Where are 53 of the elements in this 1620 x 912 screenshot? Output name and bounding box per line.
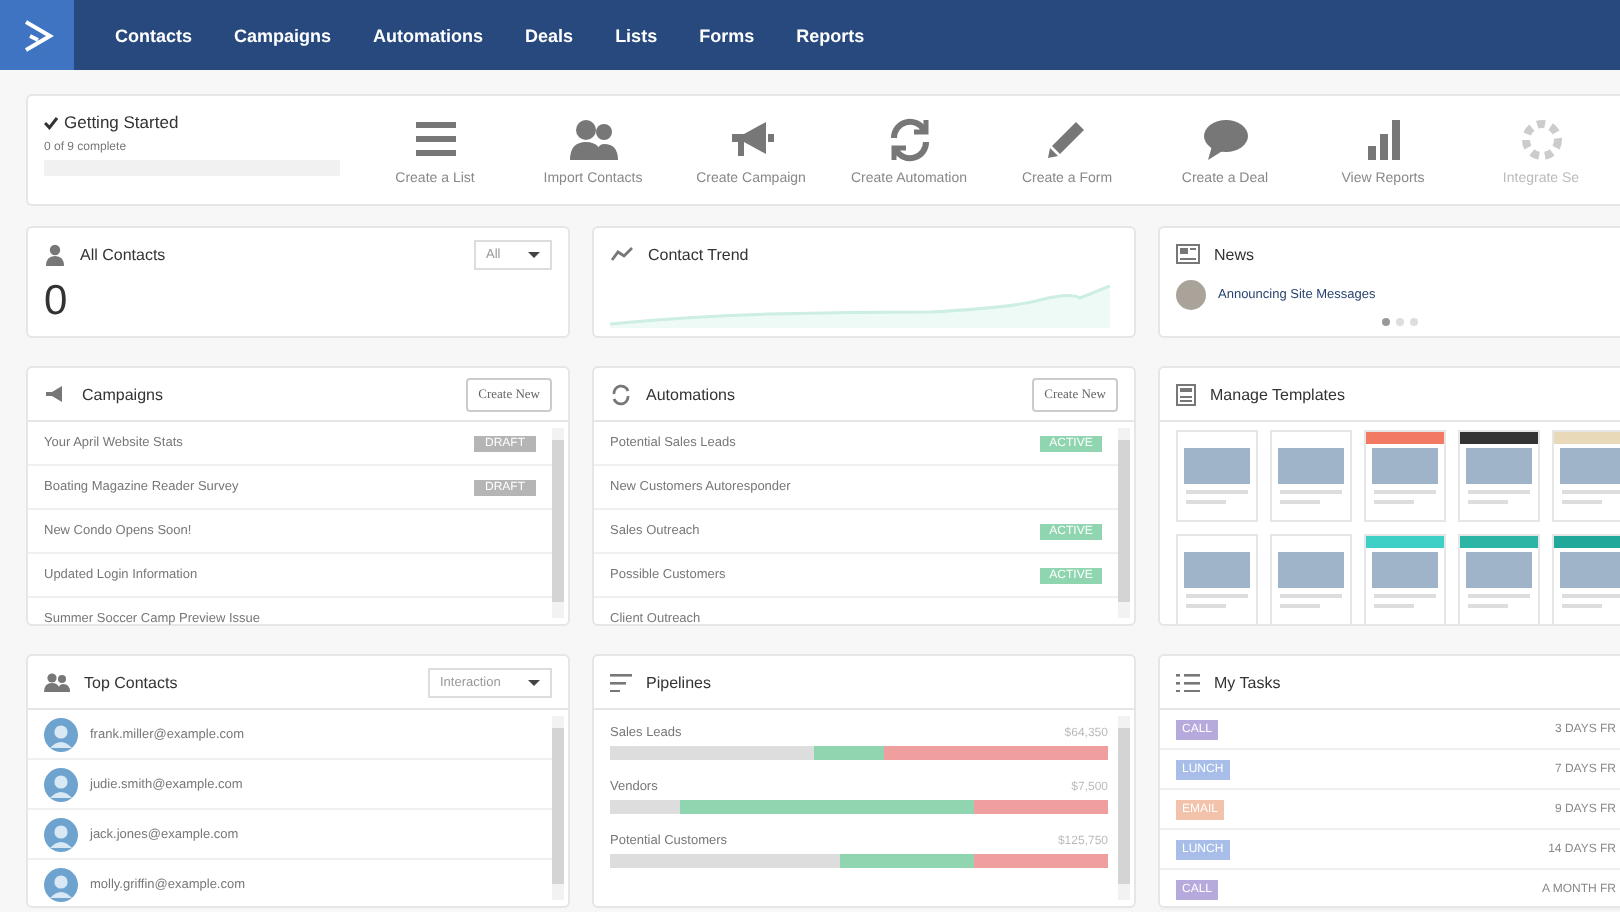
avatar-icon — [44, 867, 78, 901]
avatar-icon — [44, 717, 78, 751]
nav-link[interactable]: Deals — [504, 25, 595, 45]
scrollbar[interactable] — [552, 428, 564, 618]
nav-link[interactable]: Campaigns — [213, 25, 353, 45]
contact-count: 0 — [42, 280, 70, 324]
avatar-circle — [1176, 280, 1206, 310]
nav-link[interactable]: Reports — [775, 25, 886, 45]
refresh-icon — [610, 383, 632, 405]
bubble-icon[interactable] — [1199, 116, 1251, 164]
nav-link[interactable]: Forms — [678, 25, 776, 45]
people-icon[interactable] — [567, 116, 619, 164]
carousel-dot[interactable] — [1396, 318, 1404, 326]
scrollbar[interactable] — [1118, 428, 1130, 618]
card-title: Top Contacts — [84, 673, 180, 691]
nav-link[interactable]: Lists — [594, 25, 679, 45]
sort-lines-icon — [610, 673, 632, 691]
card-title: Contact Trend — [648, 245, 751, 263]
avatar-icon — [44, 817, 78, 851]
card-title: Campaigns — [82, 385, 165, 403]
template-thumbnail[interactable] — [1270, 534, 1352, 624]
card-title: News — [1214, 245, 1257, 263]
task-list-icon — [1176, 673, 1200, 691]
megaphone-icon — [44, 384, 68, 404]
template-thumbnail[interactable] — [1176, 534, 1258, 624]
card-title: Manage Templates — [1210, 385, 1347, 403]
template-thumbnail[interactable] — [1552, 430, 1620, 522]
card-title: Automations — [646, 385, 737, 403]
template-icon — [1176, 383, 1196, 405]
nav-link[interactable]: Contacts — [94, 25, 214, 45]
card-title: Getting Started — [44, 112, 340, 132]
template-thumbnail[interactable] — [1364, 534, 1446, 624]
trend-line-icon — [610, 244, 634, 264]
newspaper-icon — [1176, 244, 1200, 264]
carousel-dot[interactable] — [1410, 318, 1418, 326]
card-title: My Tasks — [1214, 673, 1283, 691]
template-thumbnail[interactable] — [1270, 430, 1352, 522]
template-thumbnail[interactable] — [1364, 430, 1446, 522]
person-icon — [44, 243, 66, 265]
template-thumbnail[interactable] — [1458, 430, 1540, 522]
scrollbar[interactable] — [1118, 716, 1130, 900]
template-thumbnail[interactable] — [1176, 430, 1258, 522]
carousel-dot[interactable] — [1382, 318, 1390, 326]
template-thumbnail[interactable] — [1458, 534, 1540, 624]
scrollbar[interactable] — [552, 716, 564, 900]
checkmark-icon — [44, 115, 58, 129]
nav-link[interactable]: Automations — [352, 25, 505, 45]
avatar-icon — [44, 767, 78, 801]
logo-icon[interactable] — [0, 0, 74, 70]
card-title: All Contacts — [80, 245, 168, 263]
card-title: Pipelines — [646, 673, 713, 691]
people-icon — [44, 672, 70, 692]
template-thumbnail[interactable] — [1552, 534, 1620, 624]
